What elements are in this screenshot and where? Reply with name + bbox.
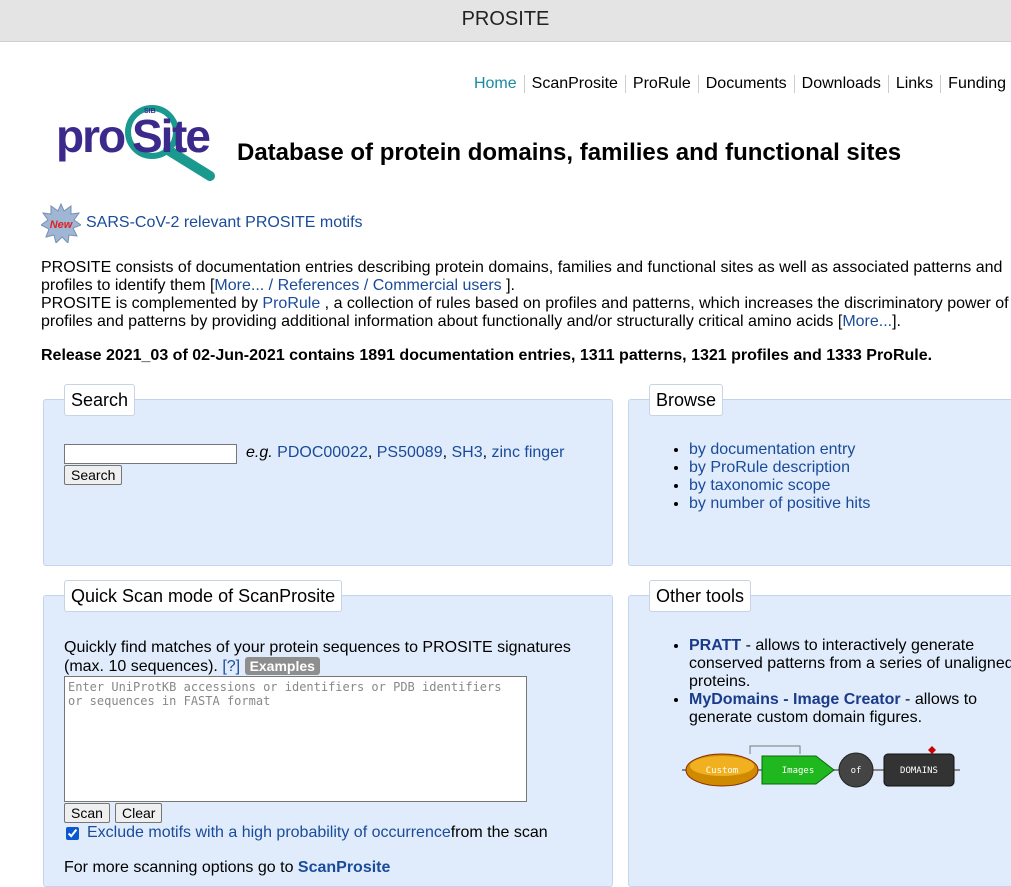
quick-scan-legend: Quick Scan mode of ScanProsite (64, 580, 343, 612)
svg-text:SIB: SIB (144, 108, 156, 115)
image-label-images: Images (782, 766, 815, 776)
window-title: PROSITE (461, 8, 550, 30)
nav-funding[interactable]: Funding (940, 75, 1006, 93)
list-item: by documentation entry (689, 441, 870, 459)
sars-cov-2-notice[interactable]: New SARS-CoV-2 relevant PROSITE motifs (41, 203, 363, 243)
browse-by-prorule-description[interactable]: by ProRule description (689, 459, 850, 476)
search-legend: Search (64, 384, 136, 416)
browse-list: by documentation entry by ProRule descri… (671, 441, 870, 513)
browse-legend: Browse (649, 384, 724, 416)
svg-text:pro: pro (56, 110, 125, 162)
intro-paragraph-1: PROSITE consists of documentation entrie… (41, 259, 1003, 294)
nav-links[interactable]: Links (887, 75, 940, 93)
nav-scanprosite[interactable]: ScanProsite (523, 75, 625, 93)
exclude-option: Exclude motifs with a high probability o… (66, 824, 548, 842)
references-link[interactable]: References (278, 277, 360, 294)
list-item: PRATT - allows to interactively generate… (689, 637, 1011, 691)
help-link[interactable]: [?] (222, 658, 240, 675)
sequence-input[interactable] (64, 676, 527, 802)
more-link-2[interactable]: More... (842, 313, 892, 330)
other-tools-legend: Other tools (649, 580, 752, 612)
search-input[interactable] (64, 444, 237, 464)
new-badge-text: New (50, 219, 74, 231)
more-options-text: For more scanning options go to (64, 859, 298, 876)
search-examples: e.g. PDOC00022, PS50089, SH3, zinc finge… (246, 444, 565, 461)
intro-paragraph-2: PROSITE is complemented by (41, 295, 263, 312)
intro-text: PROSITE consists of documentation entrie… (41, 259, 1011, 331)
page-tagline: Database of protein domains, families an… (237, 139, 902, 166)
window-title-bar: PROSITE (0, 0, 1011, 42)
browse-by-documentation-entry[interactable]: by documentation entry (689, 441, 855, 458)
sars-cov-2-link[interactable]: SARS-CoV-2 relevant PROSITE motifs (86, 214, 363, 232)
example-sh3[interactable]: SH3 (451, 444, 482, 461)
exclude-checkbox[interactable] (66, 826, 79, 840)
tools-list: PRATT - allows to interactively generate… (671, 637, 1011, 727)
scan-button[interactable]: Scan (64, 803, 110, 823)
search-panel (43, 399, 613, 566)
list-item: MyDomains - Image Creator - allows to ge… (689, 691, 1011, 727)
prosite-logo[interactable]: pro Si te SIB (54, 104, 219, 184)
list-item: by taxonomic scope (689, 477, 870, 495)
image-label-of: of (851, 766, 862, 776)
browse-by-taxonomic-scope[interactable]: by taxonomic scope (689, 477, 830, 494)
nav-downloads[interactable]: Downloads (793, 75, 888, 93)
svg-text:te: te (172, 110, 210, 162)
clear-button[interactable]: Clear (115, 803, 163, 823)
mydomains-link[interactable]: MyDomains - Image Creator (689, 691, 901, 708)
intro-paragraph-1-end: ]. (501, 277, 515, 294)
list-item: by ProRule description (689, 459, 870, 477)
exclude-motifs-link[interactable]: Exclude motifs with a high probability o… (87, 824, 451, 842)
svg-text:Si: Si (132, 110, 171, 162)
release-info: Release 2021_03 of 02-Jun-2021 contains … (41, 347, 933, 364)
browse-by-positive-hits[interactable]: by number of positive hits (689, 495, 870, 512)
pratt-link[interactable]: PRATT (689, 637, 741, 654)
top-nav: Home ScanProsite ProRule Documents Downl… (467, 75, 1006, 93)
nav-prorule[interactable]: ProRule (624, 75, 698, 93)
mydomains-example-image[interactable]: Custom Images of DOMAINS (680, 742, 962, 792)
list-item: by number of positive hits (689, 495, 870, 513)
quick-scan-description: Quickly find matches of your protein seq… (64, 639, 604, 676)
example-zinc-finger[interactable]: zinc finger (492, 444, 565, 461)
example-ps50089[interactable]: PS50089 (377, 444, 443, 461)
search-button[interactable]: Search (64, 465, 123, 485)
image-label-domains: DOMAINS (900, 766, 938, 776)
intro-paragraph-2-end: ]. (892, 313, 901, 330)
more-link-1[interactable]: More... (214, 277, 264, 294)
new-starburst-icon: New (41, 203, 81, 243)
eg-label: e.g. (246, 444, 273, 461)
examples-button[interactable]: Examples (244, 657, 320, 675)
more-scan-options: For more scanning options go to ScanPros… (64, 859, 390, 877)
link-separator: / (264, 277, 278, 294)
scanprosite-link[interactable]: ScanProsite (298, 859, 390, 876)
example-pdoc00022[interactable]: PDOC00022 (277, 444, 368, 461)
link-separator: / (359, 277, 373, 294)
image-label-custom: Custom (706, 766, 739, 776)
commercial-users-link[interactable]: Commercial users (373, 277, 502, 294)
nav-home[interactable]: Home (467, 75, 524, 93)
prorule-link[interactable]: ProRule (262, 295, 320, 312)
nav-documents[interactable]: Documents (697, 75, 794, 93)
exclude-rest-text: from the scan (450, 824, 548, 841)
